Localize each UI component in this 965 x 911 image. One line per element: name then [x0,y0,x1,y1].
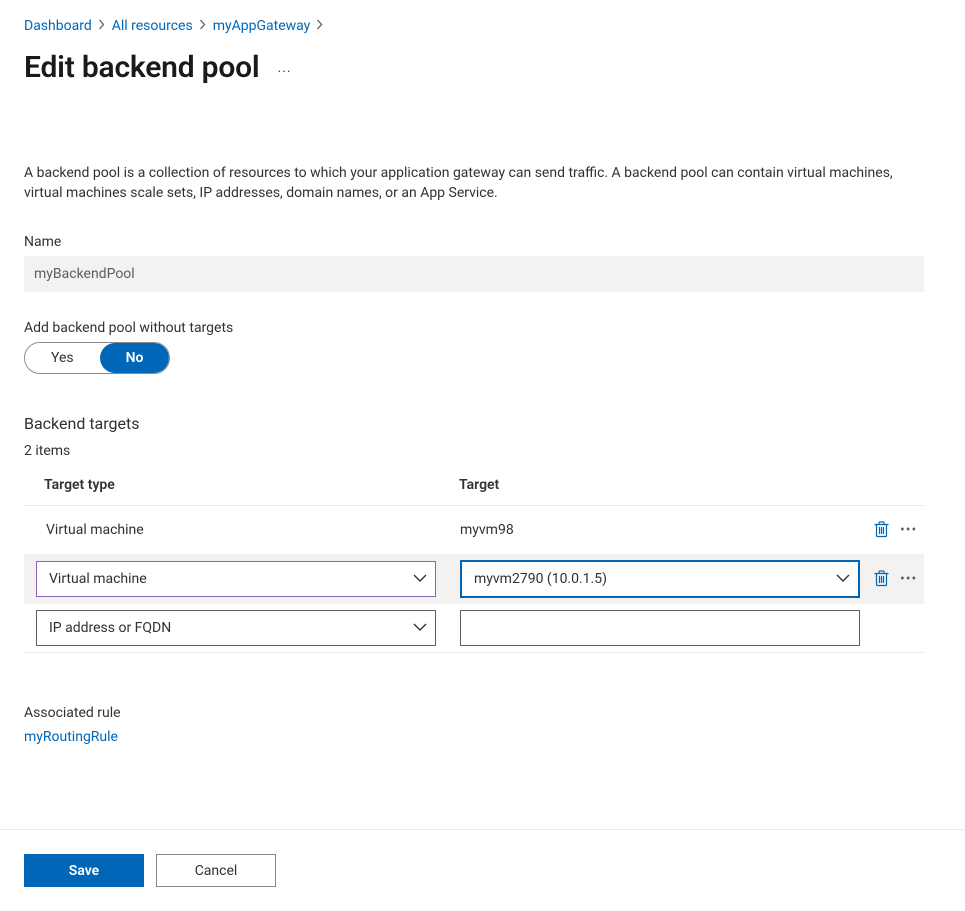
cancel-button[interactable]: Cancel [156,854,276,887]
page-title: Edit backend pool [24,50,260,85]
target-type-value: Virtual machine [49,571,147,587]
associated-rule-link[interactable]: myRoutingRule [24,729,118,745]
name-label: Name [24,234,941,250]
target-type-select[interactable]: IP address or FQDN [36,610,436,646]
target-type-value: IP address or FQDN [49,620,171,636]
column-header-target: Target [459,477,912,493]
save-button[interactable]: Save [24,854,144,887]
chevron-right-icon [199,19,207,33]
more-actions-icon[interactable]: ··· [278,56,292,80]
table-row: Virtual machine myvm98 ••• [24,506,924,554]
breadcrumb-app-gateway[interactable]: myAppGateway [213,18,311,34]
target-type-select[interactable]: Virtual machine [36,561,436,597]
table-row: IP address or FQDN [24,604,924,653]
column-header-type: Target type [44,477,459,493]
breadcrumb-dashboard[interactable]: Dashboard [24,18,92,34]
more-icon[interactable]: ••• [900,571,917,587]
chevron-right-icon [98,19,106,33]
backend-targets-count: 2 items [24,443,941,459]
chevron-down-icon [413,623,427,632]
target-input[interactable] [460,610,860,646]
without-targets-label: Add backend pool without targets [24,320,941,336]
toggle-yes[interactable]: Yes [25,343,100,373]
more-icon[interactable]: ••• [900,522,917,538]
without-targets-toggle: Yes No [24,342,170,374]
breadcrumb: Dashboard All resources myAppGateway [24,18,941,34]
target-type-value: Virtual machine [36,522,144,538]
footer: Save Cancel [0,829,965,911]
page-description: A backend pool is a collection of resour… [24,163,916,204]
target-value: myvm98 [460,522,514,538]
trash-icon[interactable] [870,568,892,590]
target-select[interactable]: myvm2790 (10.0.1.5) [460,560,860,598]
backend-targets-table: Target type Target Virtual machine myvm9… [24,469,924,653]
associated-rule-label: Associated rule [24,705,941,721]
target-value: myvm2790 (10.0.1.5) [474,571,607,587]
backend-targets-title: Backend targets [24,414,941,433]
toggle-no[interactable]: No [100,343,170,373]
breadcrumb-all-resources[interactable]: All resources [112,18,193,34]
chevron-right-icon [316,19,324,33]
chevron-down-icon [836,574,850,583]
name-input[interactable] [24,256,924,292]
trash-icon[interactable] [870,519,892,541]
chevron-down-icon [413,574,427,583]
table-row: Virtual machine myvm2790 (10.0.1.5) [24,554,924,604]
